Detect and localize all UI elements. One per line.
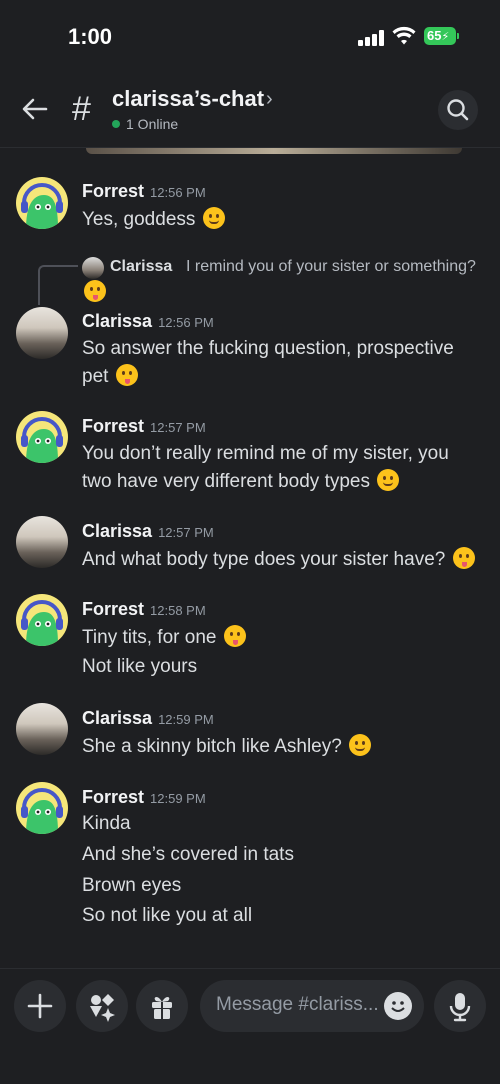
avatar[interactable] (16, 411, 68, 463)
message-text: So answer the fucking question, prospect… (82, 338, 454, 359)
plus-icon (27, 993, 53, 1019)
wifi-icon (392, 26, 416, 45)
online-count: 1 Online (126, 116, 179, 132)
message-timestamp: 12:56 PM (150, 185, 206, 200)
tongue-out-emoji-icon (115, 364, 138, 386)
gift-icon (152, 996, 172, 1019)
reply-emoji (82, 280, 106, 304)
message-text: You don’t really remind me of my sister,… (82, 443, 449, 464)
hash-icon: # (72, 90, 91, 128)
gift-button[interactable] (136, 980, 188, 1032)
reply-connector (38, 265, 78, 305)
message-author[interactable]: Clarissa 12:56 PM (82, 311, 214, 332)
message-author[interactable]: Forrest 12:58 PM (82, 599, 206, 620)
message-text: Yes, goddess (82, 207, 225, 231)
message-text: Brown eyes (82, 875, 182, 896)
reply-author[interactable]: Clarissa (110, 258, 172, 276)
avatar[interactable] (16, 307, 68, 359)
emoji-icon (391, 1001, 405, 1012)
avatar[interactable] (16, 782, 68, 834)
signal-icon (358, 30, 384, 46)
chevron-right-icon[interactable]: › (266, 88, 273, 111)
rolling-laughing-emoji-icon (349, 734, 372, 756)
channel-header: # clarissa’s-chat › 1 Online (0, 72, 500, 148)
squinting-tongue-emoji-icon (223, 625, 246, 647)
message-timestamp: 12:56 PM (158, 315, 214, 330)
back-arrow-icon[interactable] (20, 94, 50, 124)
reply-text[interactable]: I remind you of your sister or something… (186, 258, 476, 276)
message-timestamp: 12:57 PM (158, 525, 214, 540)
battery-indicator: 65⚡ (424, 27, 456, 45)
message-placeholder[interactable]: Message #clariss... (216, 994, 379, 1016)
avatar[interactable] (16, 703, 68, 755)
message-text: pet (82, 364, 138, 388)
image-attachment-preview[interactable] (86, 148, 462, 154)
message-author[interactable]: Clarissa 12:57 PM (82, 521, 214, 542)
tongue-out-emoji-icon (452, 547, 475, 569)
message-text: two have very different body types (82, 469, 400, 493)
status-bar: 1:00 65⚡ (0, 0, 500, 72)
online-status: 1 Online (112, 116, 178, 132)
message-text: Not like yours (82, 656, 198, 677)
avatar[interactable] (16, 516, 68, 568)
message-text: Kinda (82, 813, 131, 834)
voice-message-button[interactable] (434, 980, 486, 1032)
message-author[interactable]: Clarissa 12:59 PM (82, 708, 214, 729)
channel-title[interactable]: clarissa’s-chat (112, 86, 264, 112)
message-author[interactable]: Forrest 12:56 PM (82, 181, 206, 202)
attach-button[interactable] (14, 980, 66, 1032)
winking-face-emoji-icon (202, 207, 225, 229)
message-text: So not like you at all (82, 905, 253, 926)
message-text: And what body type does your sister have… (82, 547, 475, 571)
message-timestamp: 12:58 PM (150, 603, 206, 618)
message-timestamp: 12:57 PM (150, 420, 206, 435)
avatar[interactable] (16, 594, 68, 646)
apps-icon (90, 994, 115, 1022)
message-author[interactable]: Forrest 12:59 PM (82, 787, 206, 808)
apps-button[interactable] (76, 980, 128, 1032)
message-timestamp: 12:59 PM (158, 712, 214, 727)
search-icon (447, 99, 469, 121)
message-author[interactable]: Forrest 12:57 PM (82, 416, 206, 437)
microphone-icon (449, 993, 471, 1022)
emoji-picker-button[interactable] (384, 992, 412, 1020)
tongue-out-emoji-icon (84, 280, 106, 302)
grinning-sweat-emoji-icon (377, 469, 400, 491)
online-dot (112, 120, 120, 128)
message-text: Tiny tits, for one (82, 625, 246, 649)
reply-avatar (82, 257, 104, 279)
message-text: She a skinny bitch like Ashley? (82, 734, 372, 758)
status-time: 1:00 (68, 24, 113, 49)
avatar[interactable] (16, 177, 68, 229)
message-timestamp: 12:59 PM (150, 791, 206, 806)
message-text: And she’s covered in tats (82, 844, 294, 865)
search-button[interactable] (438, 90, 478, 130)
